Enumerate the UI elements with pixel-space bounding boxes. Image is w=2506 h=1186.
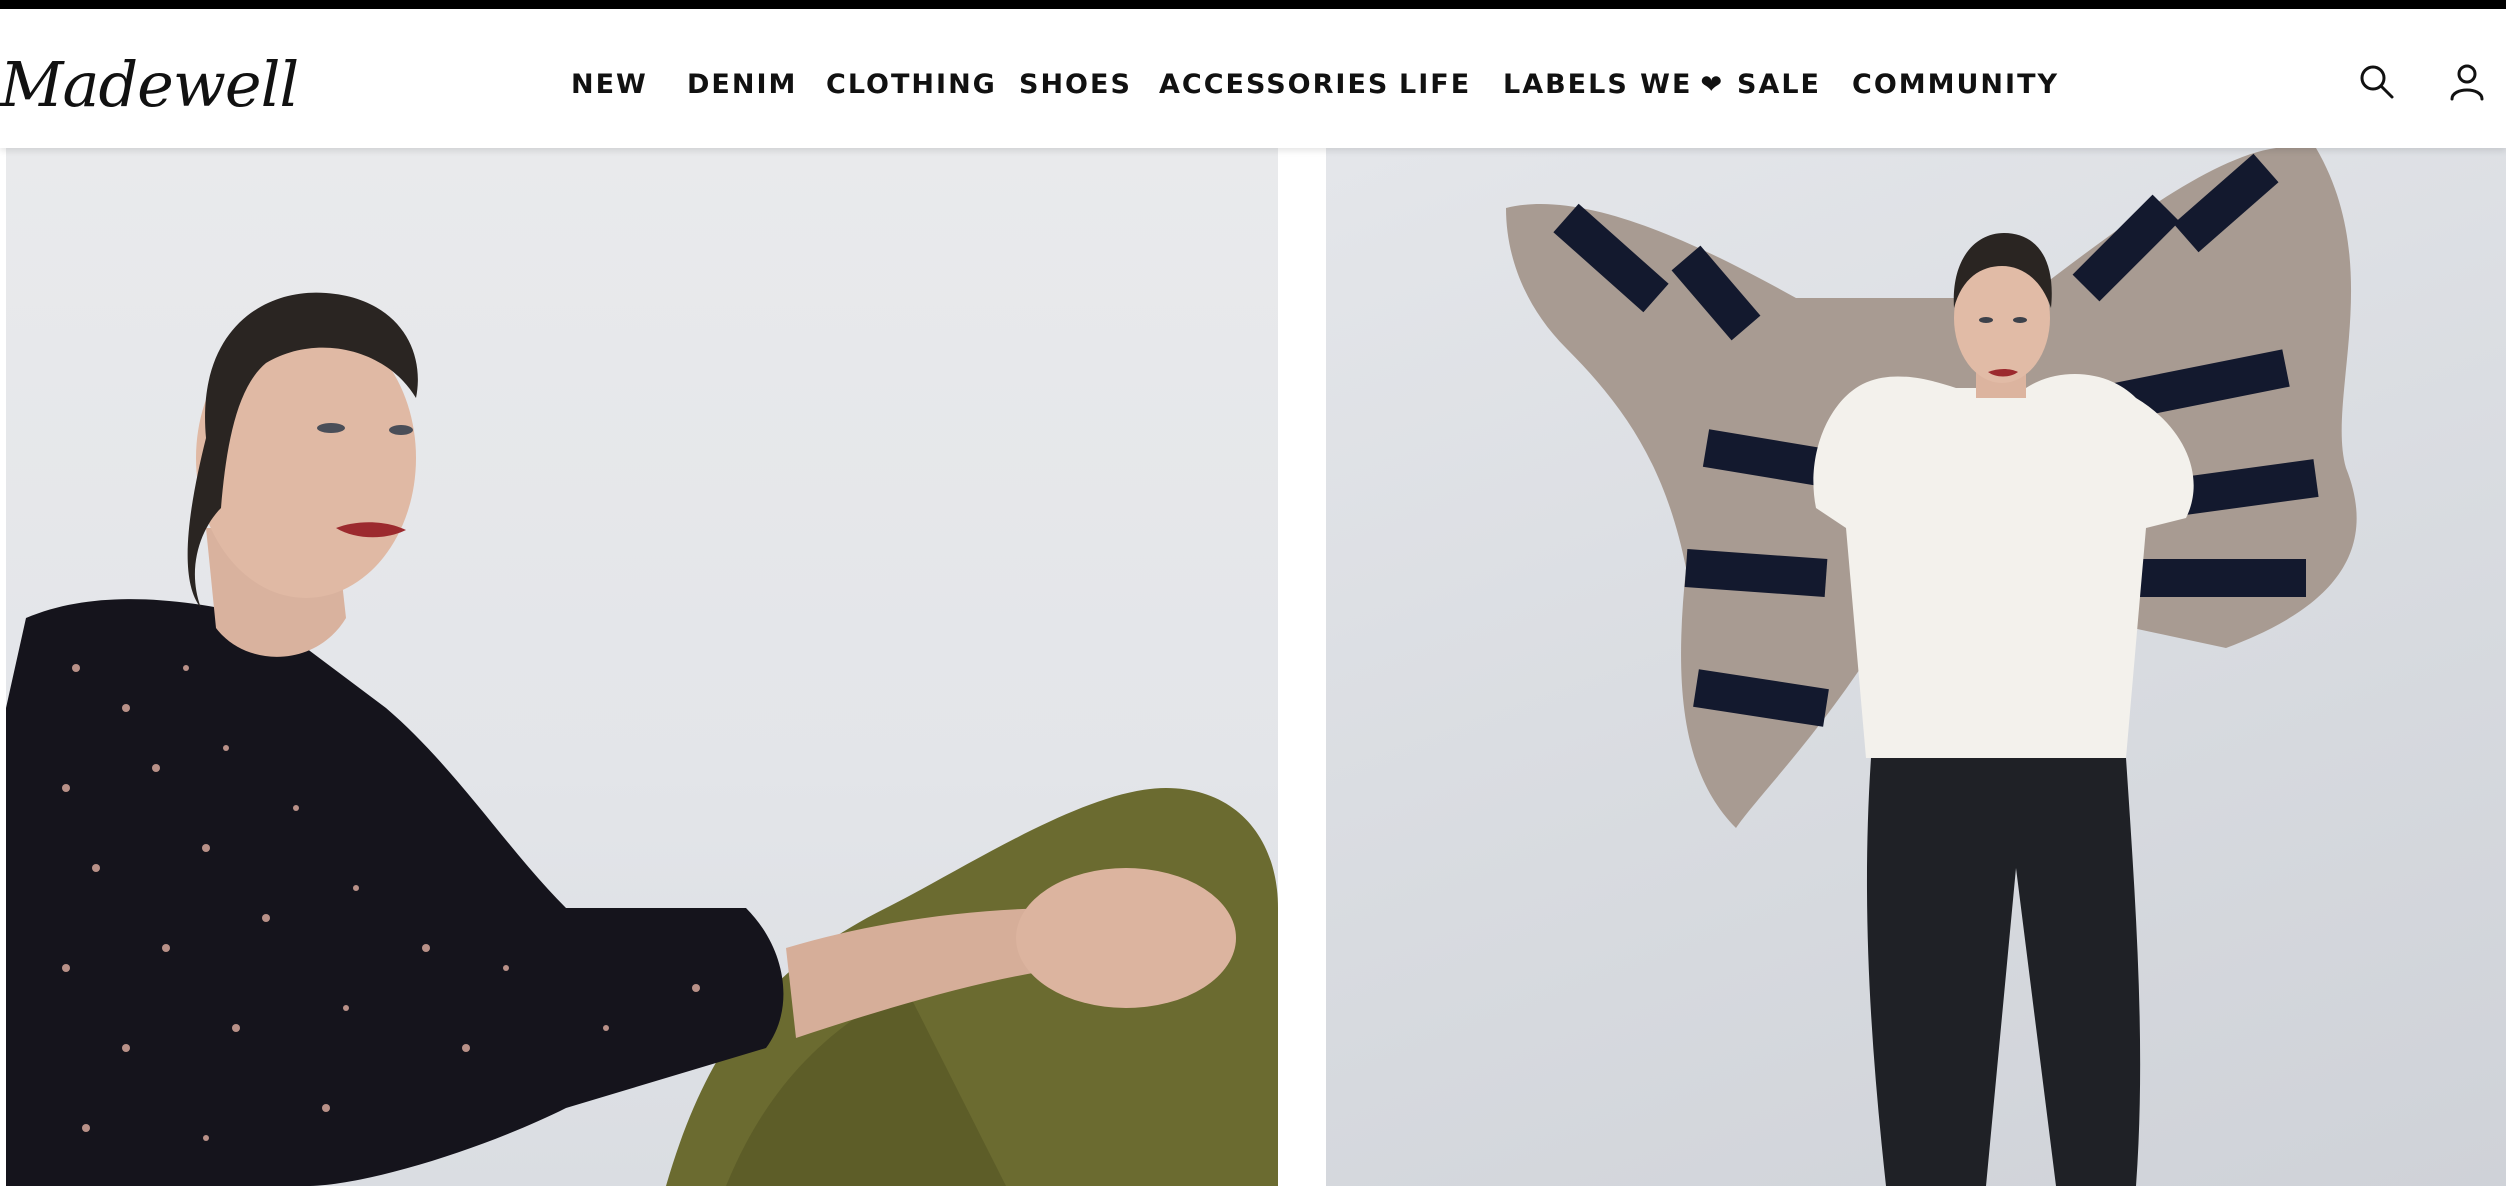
account-icon[interactable] (2448, 63, 2486, 101)
hero-image-right[interactable] (1326, 148, 2506, 1186)
nav-item-labels-we-label: LABELS WE (1503, 69, 1693, 100)
top-border-bar (0, 0, 2506, 9)
hero-image-left[interactable] (6, 148, 1278, 1186)
nav-item-labels-we-love[interactable]: LABELS WE ❤ (1503, 65, 1724, 105)
nav-item-clothing[interactable]: CLOTHING (826, 65, 997, 105)
heart-icon: ❤ (1700, 70, 1725, 100)
nav-item-shoes[interactable]: SHOES (1019, 65, 1132, 105)
nav-item-new[interactable]: NEW (571, 65, 648, 105)
nav-item-community[interactable]: COMMUNITY (1852, 65, 2059, 105)
nav-item-denim[interactable]: DENIM (687, 65, 797, 105)
model-standing-illustration (1506, 148, 2357, 1186)
nav-item-life[interactable]: LIFE (1399, 65, 1471, 105)
model-seated-illustration (6, 292, 1278, 1186)
nav-item-accessories[interactable]: ACCESSORIES (1159, 65, 1389, 105)
search-icon[interactable] (2358, 63, 2396, 101)
nav-item-sale[interactable]: SALE (1737, 65, 1821, 105)
site-header: Madewell NEW DENIM CLOTHING SHOES ACCESS… (0, 9, 2506, 148)
main-nav: NEW DENIM CLOTHING SHOES ACCESSORIES LIF… (0, 65, 2506, 105)
